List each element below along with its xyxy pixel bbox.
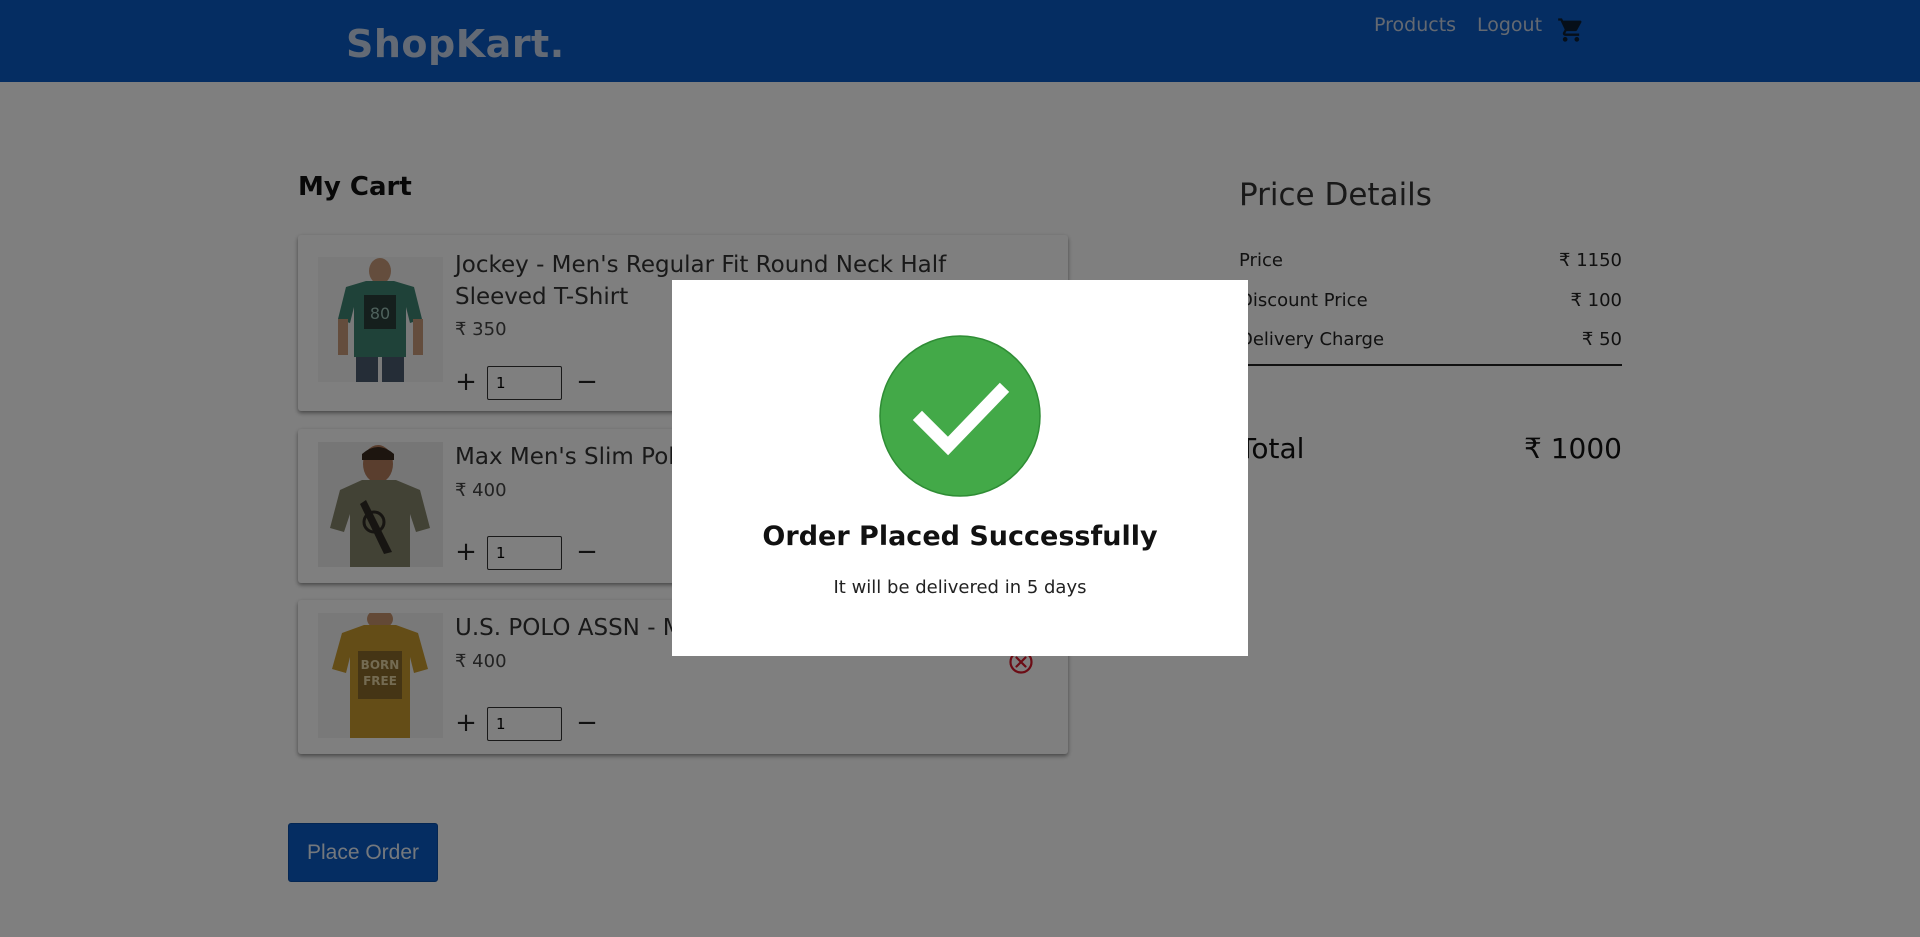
success-check-icon [878, 334, 1042, 498]
modal-subtitle: It will be delivered in 5 days [833, 577, 1087, 598]
modal-title: Order Placed Successfully [762, 521, 1158, 552]
order-success-modal: Order Placed Successfully It will be del… [672, 280, 1248, 656]
